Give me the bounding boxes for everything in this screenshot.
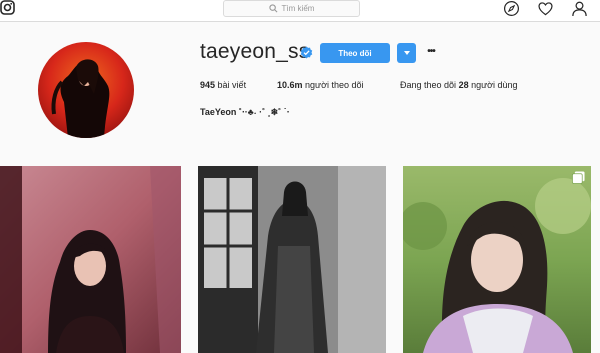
followers-link[interactable]: 10.6m người theo dõi <box>277 80 364 90</box>
posts-count-label: bài viết <box>217 80 247 90</box>
heart-icon[interactable] <box>537 0 554 17</box>
search-input[interactable]: Tìm kiếm <box>223 0 360 17</box>
verified-badge-icon <box>300 46 313 59</box>
following-count-label: người dùng <box>471 80 518 90</box>
post-thumbnail[interactable] <box>0 166 181 353</box>
suggested-dropdown-button[interactable] <box>397 43 416 63</box>
followers-count-label: người theo dõi <box>305 80 364 90</box>
post-thumbnail[interactable] <box>198 166 386 353</box>
following-link[interactable]: Đang theo dõi 28 người dùng <box>400 80 518 90</box>
search-icon <box>268 4 278 13</box>
instagram-logo-icon[interactable] <box>0 0 16 16</box>
profile-username: taeyeon_ss <box>200 40 310 63</box>
followers-count-value: 10.6m <box>277 80 303 90</box>
search-placeholder: Tìm kiếm <box>281 4 315 13</box>
posts-count: 945 bài viết <box>200 80 246 90</box>
following-prefix: Đang theo dõi <box>400 80 457 90</box>
following-count-value: 28 <box>458 80 469 90</box>
top-nav-bar: Tìm kiếm <box>0 0 600 22</box>
multiple-photos-icon <box>572 171 585 184</box>
follow-button[interactable]: Theo dõi <box>320 43 390 63</box>
user-icon[interactable] <box>571 0 588 17</box>
chevron-down-icon <box>403 51 410 55</box>
posts-count-value: 945 <box>200 80 216 90</box>
profile-full-name: TaeYeon ˚‧·♣︎˖ ·˚ ˳❄︎˚ ˙‧ <box>200 107 290 117</box>
more-options-button[interactable]: ••• <box>424 44 438 58</box>
compass-icon[interactable] <box>503 0 520 17</box>
post-thumbnail[interactable] <box>403 166 591 353</box>
profile-avatar[interactable] <box>38 42 134 138</box>
